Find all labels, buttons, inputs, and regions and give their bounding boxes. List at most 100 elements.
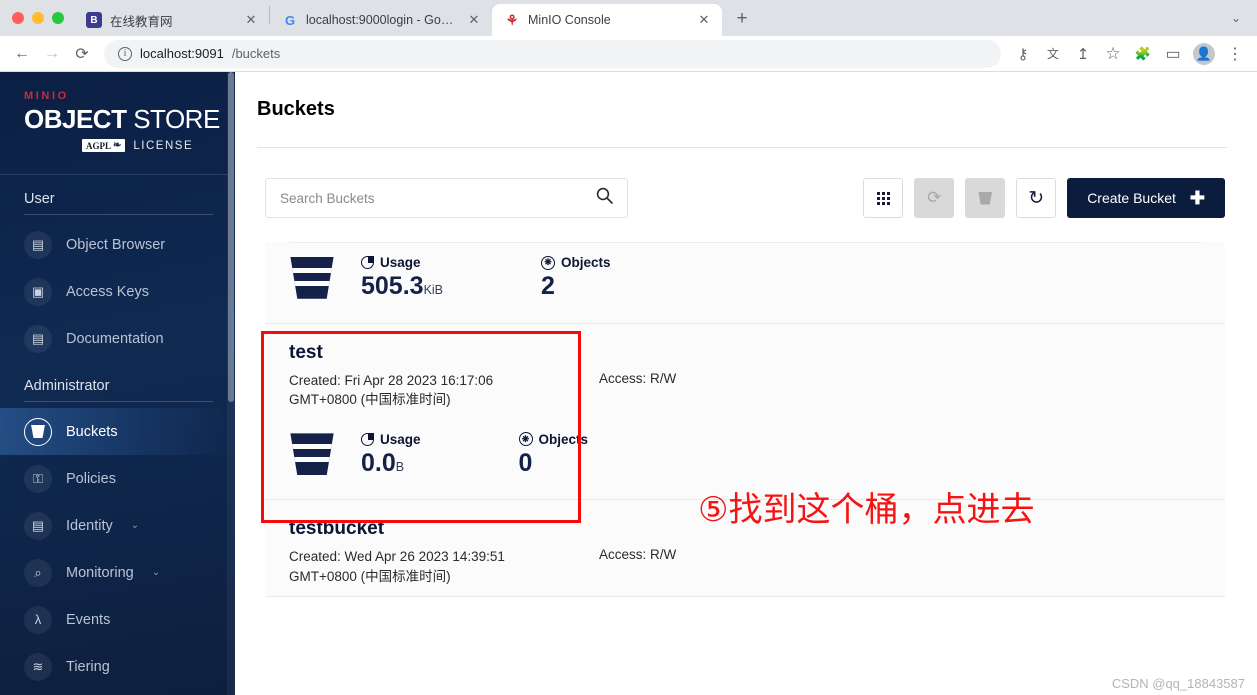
buckets-list: Usage 505.3KiB ❋ Objects 2 test Created:… [265, 242, 1225, 598]
pie-chart-icon [361, 432, 374, 446]
chrome-menu-icon[interactable]: ⋮ [1221, 40, 1249, 68]
bucket-card-test[interactable]: test Created: Fri Apr 28 2023 16:17:06 G… [265, 323, 1225, 501]
share-icon[interactable]: ↥ [1069, 40, 1097, 68]
delete-selected-buckets-button[interactable] [965, 178, 1006, 218]
sidebar-scrollbar-thumb[interactable] [228, 72, 234, 402]
sidebar-item-object-browser[interactable]: ▤ Object Browser [0, 221, 235, 268]
sidebar-item-documentation[interactable]: ▤ Documentation [0, 315, 235, 362]
toolbar-icon-group: ⚷ 文 ↥ ☆ 🧩 ▭ 👤 ⋮ [1009, 40, 1249, 68]
sidebar-item-label: Policies [66, 470, 116, 487]
page-header: Buckets [235, 72, 1257, 148]
sidebar-item-monitoring[interactable]: ⌕ Monitoring ⌄ [0, 549, 235, 596]
browser-tab-1[interactable]: G localhost:9000login - Google ✕ [270, 4, 492, 36]
chevron-down-icon[interactable]: ⌄ [152, 567, 160, 578]
identity-card-icon: ▤ [24, 511, 52, 540]
objects-value: 0 [518, 448, 533, 477]
objects-icon: ❋ [541, 255, 556, 270]
create-bucket-button[interactable]: Create Bucket ✚ [1067, 178, 1225, 218]
sidebar-item-label: Monitoring [66, 564, 134, 581]
site-info-icon[interactable]: i [118, 46, 132, 61]
usage-value: 0.0B [361, 449, 421, 478]
close-tab-icon[interactable]: ✕ [243, 12, 259, 28]
objects-label: Objects [561, 255, 611, 270]
objects-stat: ❋ Objects 0 [518, 431, 589, 478]
profile-avatar-icon[interactable]: 👤 [1193, 42, 1215, 65]
toolbar-actions: ⟳ ↻ Create Bucket ✚ [863, 178, 1225, 218]
usage-number: 505.3 [361, 272, 424, 300]
access-keys-icon: ▣ [24, 277, 52, 306]
sidebar-item-access-keys[interactable]: ▣ Access Keys [0, 268, 235, 315]
refresh-button[interactable]: ↻ [1016, 178, 1057, 218]
close-window-button[interactable] [12, 12, 24, 24]
sidebar-item-label: Object Browser [66, 236, 166, 253]
logo-title-light: STORE [126, 104, 220, 134]
sidebar-item-policies[interactable]: ⚿ Policies [0, 455, 235, 502]
bookmark-star-icon[interactable]: ☆ [1099, 40, 1127, 68]
sidebar-item-identity[interactable]: ▤ Identity ⌄ [0, 502, 235, 549]
minio-console-app: MINIO OBJECT STORE AGPL ❧ LICENSE User ▤… [0, 72, 1257, 695]
created-line-1: Created: Fri Apr 28 2023 16:17:06 [289, 372, 494, 388]
close-tab-icon[interactable]: ✕ [696, 12, 712, 28]
logo-brand-text: MINIO [24, 90, 69, 102]
objects-value: 2 [541, 272, 555, 300]
translate-icon[interactable]: 文 [1039, 40, 1067, 68]
forward-button[interactable]: → [38, 40, 66, 68]
usage-unit: B [395, 459, 405, 474]
sidebar-section-title-user: User [24, 191, 55, 207]
maximize-window-button[interactable] [52, 12, 64, 24]
bilibili-icon: B [86, 12, 102, 28]
tab-search-chevron-down-icon[interactable]: ⌄ [1223, 11, 1249, 25]
objects-label: Objects [538, 431, 589, 447]
minimize-window-button[interactable] [32, 12, 44, 24]
side-panel-icon[interactable]: ▭ [1159, 40, 1187, 68]
sidebar-item-label: Events [66, 611, 111, 628]
sidebar-item-tiering[interactable]: ≋ Tiering [0, 643, 235, 690]
browser-tab-2-active[interactable]: ⚘ MinIO Console ✕ [492, 4, 722, 36]
buckets-content: ⟳ ↻ Create Bucket ✚ [235, 148, 1257, 695]
reload-button[interactable]: ⟳ [68, 40, 96, 68]
select-multiple-buckets-button[interactable] [863, 178, 904, 218]
page-title: Buckets [257, 98, 335, 120]
annotation-text: ⑤找到这个桶，点进去 [698, 490, 1035, 530]
sidebar-item-label: Access Keys [66, 283, 149, 300]
sidebar-item-label: Tiering [66, 658, 110, 675]
bucket-name: test [289, 341, 323, 363]
chevron-down-icon[interactable]: ⌄ [131, 520, 139, 531]
search-input[interactable] [280, 190, 596, 206]
sidebar: MINIO OBJECT STORE AGPL ❧ LICENSE User ▤… [0, 72, 235, 695]
delete-bucket-icon [978, 191, 993, 205]
pie-chart-icon [361, 256, 374, 269]
back-button[interactable]: ← [8, 40, 36, 68]
create-bucket-label: Create Bucket [1087, 190, 1176, 206]
bucket-card-header: test Created: Fri Apr 28 2023 16:17:06 G… [265, 324, 1225, 420]
sidebar-section-rule [24, 401, 213, 402]
sidebar-item-label: Documentation [66, 330, 164, 347]
password-key-icon[interactable]: ⚷ [1009, 40, 1037, 68]
bucket-summary-card[interactable]: Usage 505.3KiB ❋ Objects 2 [265, 242, 1225, 324]
plus-icon: ✚ [1189, 188, 1205, 208]
usage-stat: Usage 0.0B [361, 432, 421, 478]
objects-icon: ❋ [518, 432, 533, 447]
sidebar-item-buckets[interactable]: Buckets [0, 408, 235, 455]
sidebar-section-rule [24, 214, 213, 215]
buckets-toolbar: ⟳ ↻ Create Bucket ✚ [265, 178, 1225, 218]
bucket-access: Access: R/W [599, 547, 677, 563]
sidebar-item-events[interactable]: λ Events [0, 596, 235, 643]
browser-tab-title: localhost:9000login - Google [306, 13, 458, 27]
logo-title: OBJECT STORE [24, 104, 235, 135]
minio-logo: MINIO OBJECT STORE AGPL ❧ LICENSE [0, 72, 235, 152]
bucket-access: Access: R/W [599, 370, 677, 386]
address-bar[interactable]: i localhost:9091/buckets [104, 39, 1001, 68]
sidebar-scrollbar[interactable] [227, 72, 235, 695]
sidebar-item-label: Identity [66, 517, 113, 534]
objects-stat: ❋ Objects 2 [541, 255, 611, 301]
browser-tab-0[interactable]: B 在线教育网 ✕ [74, 4, 269, 36]
bucket-created-date: Created: Wed Apr 26 2023 14:39:51 GMT+08… [289, 547, 589, 586]
close-tab-icon[interactable]: ✕ [466, 12, 482, 28]
object-browser-icon: ▤ [24, 230, 52, 259]
set-replication-button[interactable]: ⟳ [914, 178, 955, 218]
search-buckets-box[interactable] [265, 178, 628, 218]
new-tab-button[interactable]: + [728, 5, 756, 33]
extensions-puzzle-icon[interactable]: 🧩 [1129, 40, 1157, 68]
search-icon[interactable] [596, 187, 613, 209]
